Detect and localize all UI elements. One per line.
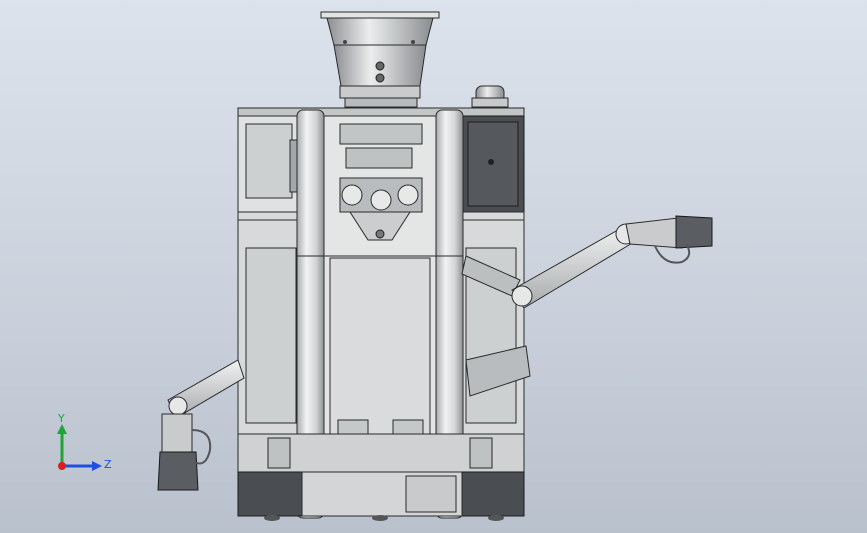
front-panel — [321, 115, 439, 469]
z-axis-arrow — [92, 461, 102, 471]
y-axis-arrow — [57, 424, 67, 434]
orientation-triad[interactable]: Y Z — [44, 410, 124, 480]
machine-model[interactable] — [0, 0, 867, 533]
y-axis-label: Y — [58, 412, 65, 425]
triad-axes — [57, 424, 102, 471]
cabinet-top — [237, 107, 525, 117]
cad-viewport[interactable]: Y Z — [0, 0, 867, 533]
left-upper-frame — [237, 115, 301, 213]
right-control-box — [461, 115, 525, 213]
z-axis-label: Z — [104, 458, 112, 471]
left-robot-arm — [157, 359, 245, 491]
x-axis-dot — [58, 462, 66, 470]
vent-fitting — [471, 85, 509, 108]
top-hopper — [320, 11, 440, 108]
machine-base — [237, 433, 525, 521]
